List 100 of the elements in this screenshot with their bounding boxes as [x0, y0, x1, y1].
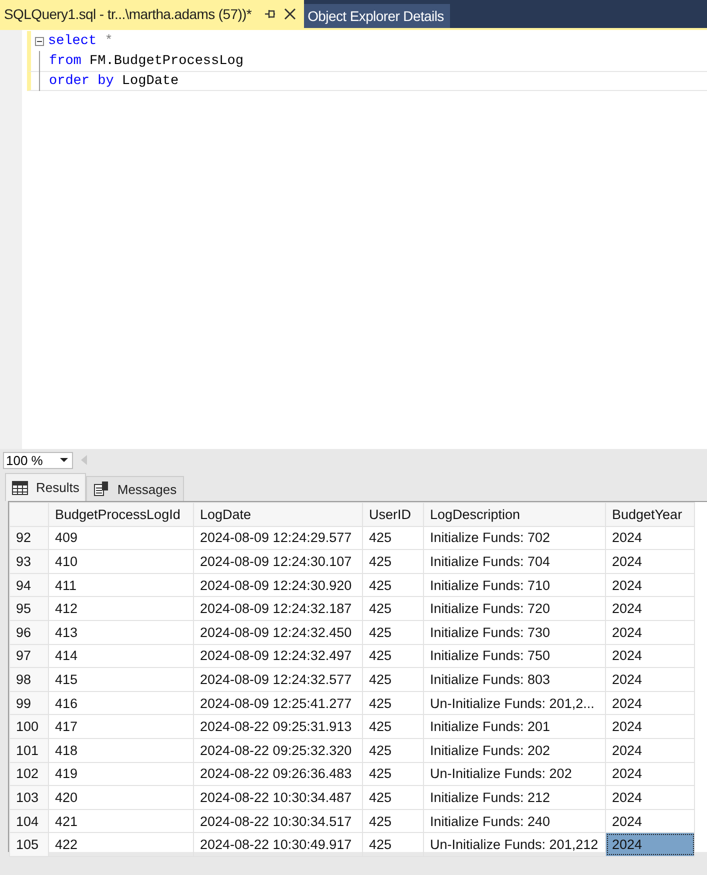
row-number[interactable]: 96 — [10, 620, 48, 644]
caret-icon — [60, 458, 68, 462]
table-cell: Initialize Funds: 730 — [424, 620, 606, 644]
table-cell: 2024 — [606, 714, 694, 738]
table-cell: 2024 — [606, 738, 694, 762]
table-cell: 2024-08-09 12:24:30.920 — [194, 573, 362, 597]
table-cell: 425 — [362, 714, 424, 738]
table-cell: 2024 — [606, 786, 694, 810]
column-header[interactable]: LogDate — [194, 502, 362, 526]
table-cell: 425 — [362, 738, 424, 762]
table-cell: Initialize Funds: 704 — [424, 550, 606, 574]
table-cell: Initialize Funds: 202 — [424, 738, 606, 762]
table-cell: 2024-08-22 10:30:49.917 — [194, 832, 362, 856]
column-header[interactable]: BudgetProcessLogId — [48, 502, 194, 526]
table-cell: Initialize Funds: 803 — [424, 668, 606, 692]
table-cell: 425 — [362, 644, 424, 668]
table-cell: 416 — [48, 691, 194, 715]
row-number[interactable]: 103 — [10, 786, 48, 810]
table-cell: 2024 — [606, 573, 694, 597]
table-cell: 2024 — [606, 596, 694, 620]
table-cell: 425 — [362, 762, 424, 786]
row-number[interactable]: 99 — [10, 691, 48, 715]
row-number[interactable]: 95 — [10, 596, 48, 620]
row-number[interactable]: 94 — [10, 573, 48, 597]
collapse-icon[interactable] — [35, 36, 44, 46]
zoom-dropdown[interactable]: 100 % — [3, 452, 73, 468]
table-cell: 425 — [362, 832, 424, 856]
table-cell: 411 — [48, 573, 194, 597]
code-line: order by LogDate — [49, 74, 179, 88]
table-cell: 2024-08-09 12:24:32.577 — [194, 668, 362, 692]
table-cell: 414 — [48, 644, 194, 668]
table-cell: 2024-08-22 09:25:31.913 — [194, 714, 362, 738]
table-cell: 2024 — [606, 644, 694, 668]
table-cell: 415 — [48, 668, 194, 692]
table-cell: 425 — [362, 809, 424, 833]
table-cell: 422 — [48, 832, 194, 856]
table-cell: 417 — [48, 714, 194, 738]
row-number[interactable]: 101 — [10, 738, 48, 762]
table-cell: 413 — [48, 620, 194, 644]
table-cell: 2024-08-09 12:24:30.107 — [194, 550, 362, 574]
column-header[interactable]: BudgetYear — [606, 502, 694, 526]
row-number[interactable]: 93 — [10, 550, 48, 574]
table-cell: 2024 — [606, 526, 694, 550]
table-cell: 2024-08-09 12:25:41.277 — [194, 691, 362, 715]
document-icon — [93, 481, 110, 497]
result-tab[interactable]: Results — [5, 473, 86, 501]
table-cell: 425 — [362, 526, 424, 550]
pin-icon[interactable] — [264, 8, 276, 20]
row-number[interactable]: 92 — [10, 526, 48, 550]
table-cell: Initialize Funds: 240 — [424, 809, 606, 833]
column-header[interactable]: UserID — [362, 502, 424, 526]
table-cell: 2024 — [606, 691, 694, 715]
table-cell: Initialize Funds: 710 — [424, 573, 606, 597]
table-cell: 425 — [362, 668, 424, 692]
table-cell: Initialize Funds: 702 — [424, 526, 606, 550]
document-tab[interactable]: Object Explorer Details — [304, 4, 450, 28]
row-number[interactable]: 102 — [10, 762, 48, 786]
close-icon[interactable] — [284, 8, 296, 20]
table-cell: 425 — [362, 596, 424, 620]
table-cell: 410 — [48, 550, 194, 574]
table-cell: Un-Initialize Funds: 201,2... — [424, 691, 606, 715]
row-number[interactable]: 98 — [10, 668, 48, 692]
row-number[interactable]: 104 — [10, 809, 48, 833]
column-header[interactable]: LogDescription — [424, 502, 606, 526]
row-number[interactable]: 97 — [10, 644, 48, 668]
table-cell: 425 — [362, 691, 424, 715]
code-line: from FM.BudgetProcessLog — [49, 54, 244, 68]
grid-icon — [12, 480, 28, 494]
table-cell: 2024 — [606, 550, 694, 574]
table-cell: 2024 — [606, 762, 694, 786]
table-cell: Initialize Funds: 720 — [424, 596, 606, 620]
table-cell: 412 — [48, 596, 194, 620]
table-cell: 2024-08-09 12:24:29.577 — [194, 526, 362, 550]
table-cell: 2024 — [606, 620, 694, 644]
row-number[interactable]: 105 — [10, 832, 48, 856]
table-cell: Initialize Funds: 201 — [424, 714, 606, 738]
table-cell: 419 — [48, 762, 194, 786]
table-cell: Initialize Funds: 212 — [424, 786, 606, 810]
table-cell: 409 — [48, 526, 194, 550]
code-line: select * — [48, 34, 113, 48]
table-cell: 418 — [48, 738, 194, 762]
table-cell: 2024-08-22 09:25:32.320 — [194, 738, 362, 762]
table-cell: Un-Initialize Funds: 202 — [424, 762, 606, 786]
document-tab[interactable]: SQLQuery1.sql - tr...\martha.adams (57))* — [0, 0, 304, 28]
table-cell: Un-Initialize Funds: 201,212 — [424, 832, 606, 856]
table-cell: 2024-08-22 10:30:34.487 — [194, 786, 362, 810]
result-tab[interactable]: Messages — [86, 476, 184, 501]
table-cell: 421 — [48, 809, 194, 833]
table-cell: 425 — [362, 550, 424, 574]
table-cell: 2024 — [606, 832, 694, 856]
table-cell: 420 — [48, 786, 194, 810]
table-cell: 2024-08-22 10:30:34.517 — [194, 809, 362, 833]
table-cell: 2024-08-09 12:24:32.450 — [194, 620, 362, 644]
table-cell: 425 — [362, 620, 424, 644]
row-number[interactable]: 100 — [10, 714, 48, 738]
table-cell: 2024-08-09 12:24:32.497 — [194, 644, 362, 668]
table-cell: 425 — [362, 573, 424, 597]
table-cell: Initialize Funds: 750 — [424, 644, 606, 668]
table-cell: 425 — [362, 786, 424, 810]
table-cell: 2024-08-09 12:24:32.187 — [194, 596, 362, 620]
